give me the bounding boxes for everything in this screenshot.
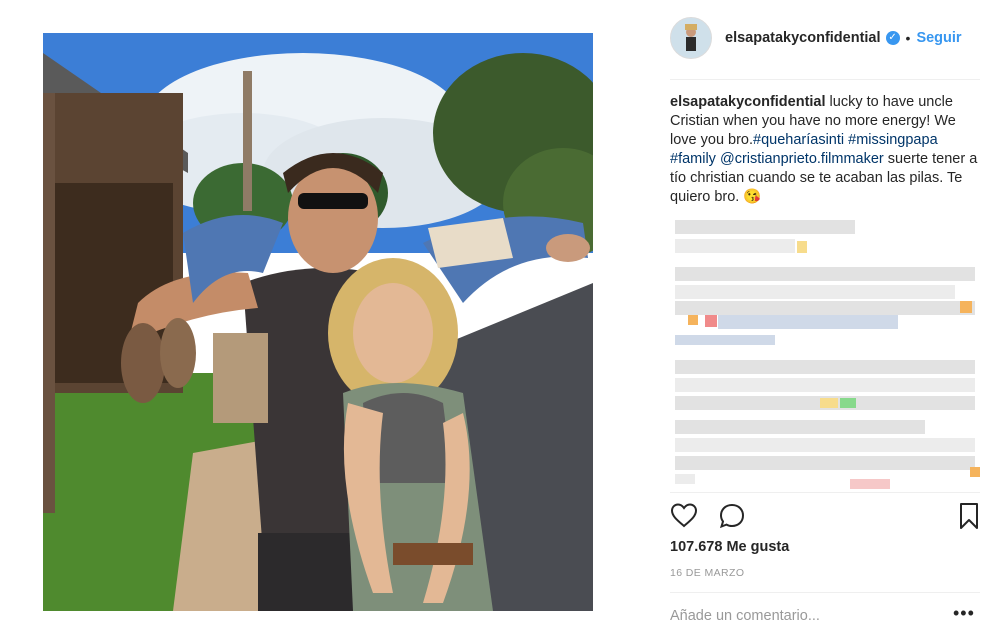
hashtag-link[interactable]: #family bbox=[670, 151, 716, 167]
mention-link[interactable]: @cristianprieto.filmmaker bbox=[720, 151, 884, 167]
verified-badge-icon: ✓ bbox=[885, 31, 900, 45]
divider bbox=[670, 79, 980, 80]
bookmark-icon[interactable] bbox=[958, 502, 980, 530]
separator-dot: • bbox=[905, 30, 911, 46]
hashtag-link[interactable]: #queharíasinti bbox=[753, 132, 844, 148]
blurred-comments bbox=[670, 215, 980, 490]
comment-icon[interactable] bbox=[718, 502, 746, 530]
more-options-button[interactable]: ••• bbox=[953, 603, 975, 624]
post-sidebar: elsapatakyconfidential ✓ • Seguir elsapa… bbox=[655, 0, 985, 644]
post-caption: elsapatakyconfidential lucky to have unc… bbox=[670, 93, 980, 207]
divider bbox=[670, 492, 980, 493]
photo-drawing bbox=[43, 33, 593, 611]
hashtag-link[interactable]: #missingpapa bbox=[848, 132, 937, 148]
post-actions bbox=[670, 502, 980, 530]
caption-author-link[interactable]: elsapatakyconfidential bbox=[670, 94, 826, 110]
divider bbox=[670, 592, 980, 593]
kiss-emoji: 😘 bbox=[743, 189, 762, 205]
post-photo[interactable] bbox=[43, 33, 593, 611]
avatar[interactable] bbox=[670, 17, 712, 59]
comment-input[interactable]: Añade un comentario... bbox=[670, 608, 950, 624]
post-header: elsapatakyconfidential ✓ • Seguir bbox=[670, 17, 980, 59]
follow-button[interactable]: Seguir bbox=[916, 30, 961, 46]
post-date[interactable]: 16 DE MARZO bbox=[670, 567, 744, 579]
username-link[interactable]: elsapatakyconfidential bbox=[725, 30, 881, 46]
likes-count[interactable]: 107.678 Me gusta bbox=[670, 539, 789, 555]
heart-icon[interactable] bbox=[670, 502, 698, 528]
